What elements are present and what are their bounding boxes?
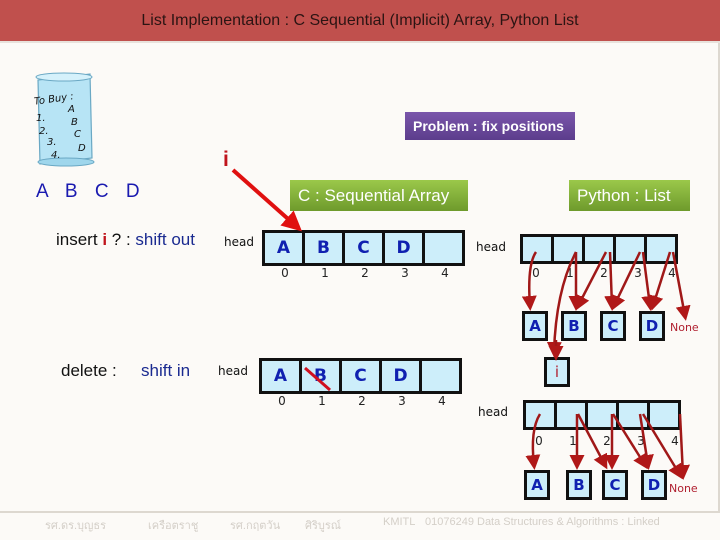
c-delete-cell-deleted: B — [302, 361, 339, 391]
py-insert-none-label: None — [670, 321, 699, 334]
footer-org: KMITL — [383, 516, 416, 528]
to-buy-num-4: 4. — [51, 150, 61, 161]
index-label: 1 — [569, 434, 577, 448]
py-delete-array — [523, 400, 681, 430]
index-label: 1 — [566, 266, 574, 280]
footer-author2b: ศิริบูรณ์ — [305, 520, 341, 532]
c-insert-cell: A — [265, 233, 302, 263]
py-insert-indices: 0 1 2 3 4 — [519, 266, 689, 280]
c-insert-indices: 0 1 2 3 4 — [265, 266, 465, 280]
index-label: 0 — [278, 394, 286, 408]
index-label: 4 — [671, 434, 679, 448]
py-cell — [554, 237, 582, 261]
py-delete-node: D — [641, 470, 667, 500]
c-delete-cell: D — [382, 361, 419, 391]
py-cell — [523, 237, 551, 261]
py-cell — [526, 403, 554, 427]
py-cell — [650, 403, 678, 427]
index-label: 4 — [441, 266, 449, 280]
py-delete-head-label: head — [478, 405, 508, 419]
c-insert-array: A B C D — [262, 230, 465, 266]
c-insert-cell: C — [345, 233, 382, 263]
py-insert-node: C — [600, 311, 626, 341]
problem-label: Problem : fix positions — [405, 112, 575, 140]
py-insert-node: A — [522, 311, 548, 341]
to-buy-num-2: 2. — [39, 126, 49, 137]
py-insert-node: B — [561, 311, 587, 341]
index-label: 3 — [637, 434, 645, 448]
c-insert-cell: D — [385, 233, 422, 263]
footer-course: 01076249 Data Structures & Algorithms : … — [425, 516, 660, 528]
py-delete-indices: 0 1 2 3 4 — [522, 434, 692, 448]
c-insert-head-label: head — [224, 235, 254, 249]
to-buy-val-1: A — [68, 104, 75, 115]
c-delete-indices: 0 1 2 3 4 — [262, 394, 462, 408]
shift-out-label: shift out — [135, 230, 195, 249]
footer-author2: รศ.กฤตวัน — [230, 520, 281, 532]
index-label: 2 — [361, 266, 369, 280]
c-delete-head-label: head — [218, 364, 248, 378]
index-label: 1 — [318, 394, 326, 408]
index-label: 2 — [358, 394, 366, 408]
to-buy-num-1: 1. — [36, 113, 46, 124]
pointer-i-label: i — [223, 148, 229, 171]
py-insert-node: D — [639, 311, 665, 341]
insert-i: i — [102, 230, 108, 249]
index-label: 1 — [321, 266, 329, 280]
footer-author1b: เครือตราชู — [148, 520, 199, 532]
to-buy-val-2: B — [71, 117, 78, 128]
py-insert-array — [520, 234, 678, 264]
py-cell — [588, 403, 616, 427]
index-label: 0 — [532, 266, 540, 280]
py-cell — [585, 237, 613, 261]
index-label: 4 — [438, 394, 446, 408]
py-insert-new-node-i: i — [544, 357, 570, 387]
index-label: 3 — [401, 266, 409, 280]
c-array-label: C : Sequential Array — [290, 180, 468, 211]
insert-suffix: ? : — [111, 230, 131, 249]
abcd-label: A B C D — [36, 181, 146, 202]
shift-in-label: shift in — [141, 361, 191, 380]
py-delete-node: A — [524, 470, 550, 500]
index-label: 3 — [398, 394, 406, 408]
py-insert-head-label: head — [476, 240, 506, 254]
slide-title: List Implementation : C Sequential (Impl… — [0, 0, 720, 43]
insert-label: insert i ? : shift out — [56, 230, 195, 250]
py-delete-node: B — [566, 470, 592, 500]
footer-author1: รศ.ดร.บุญธร — [45, 520, 107, 532]
c-delete-cell: C — [342, 361, 379, 391]
py-delete-node: C — [602, 470, 628, 500]
c-delete-array: A B C D — [259, 358, 462, 394]
py-cell — [619, 403, 647, 427]
index-label: 2 — [603, 434, 611, 448]
index-label: 2 — [600, 266, 608, 280]
py-cell — [616, 237, 644, 261]
to-buy-num-3: 3. — [47, 137, 57, 148]
to-buy-val-3: C — [74, 129, 81, 140]
index-label: 3 — [634, 266, 642, 280]
index-label: 0 — [535, 434, 543, 448]
delete-label: delete : — [61, 361, 117, 380]
python-list-label: Python : List — [569, 180, 690, 211]
c-insert-cell — [425, 233, 462, 263]
index-label: 0 — [281, 266, 289, 280]
c-insert-cell: B — [305, 233, 342, 263]
index-label: 4 — [668, 266, 676, 280]
to-buy-val-4: D — [78, 143, 86, 154]
py-cell — [647, 237, 675, 261]
c-delete-cell: A — [262, 361, 299, 391]
c-delete-cell — [422, 361, 459, 391]
py-delete-none-label: None — [669, 482, 698, 495]
py-cell — [557, 403, 585, 427]
insert-prefix: insert — [56, 230, 98, 249]
